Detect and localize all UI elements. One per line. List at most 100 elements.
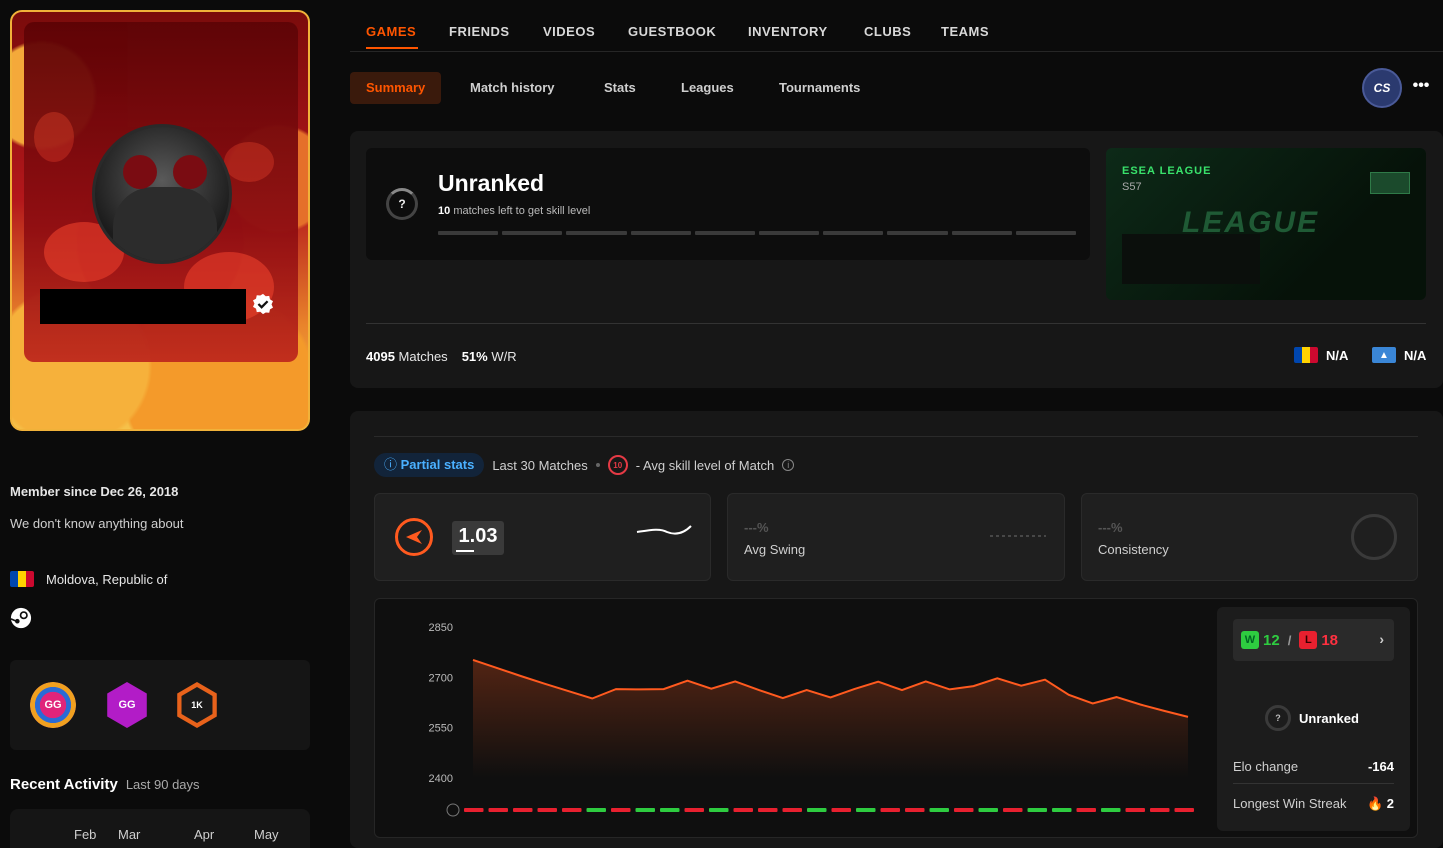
tab-clubs[interactable]: CLUBS xyxy=(864,24,911,39)
elo-point[interactable] xyxy=(801,684,813,696)
tab-teams[interactable]: TEAMS xyxy=(941,24,989,39)
info-icon[interactable] xyxy=(446,803,460,817)
elo-point[interactable] xyxy=(562,685,574,697)
match-result-loss[interactable] xyxy=(782,808,803,812)
elo-point[interactable] xyxy=(634,683,646,695)
match-result-win[interactable] xyxy=(635,808,656,812)
more-options-button[interactable]: ••• xyxy=(1406,76,1436,100)
elo-point[interactable] xyxy=(872,676,884,688)
match-result-loss[interactable] xyxy=(562,808,582,812)
esea-league-card[interactable]: LEAGUE ESEA LEAGUE S57 xyxy=(1106,148,1426,300)
dot-separator xyxy=(595,463,600,467)
match-result-win[interactable] xyxy=(978,808,999,812)
match-result-loss[interactable] xyxy=(831,808,852,812)
match-result-loss[interactable] xyxy=(513,808,533,812)
elo-point[interactable] xyxy=(610,683,622,695)
verified-icon xyxy=(253,293,273,315)
info-icon[interactable]: i xyxy=(782,459,795,471)
subtab-stats[interactable]: Stats xyxy=(588,72,652,104)
elo-point[interactable] xyxy=(491,662,503,674)
elo-point[interactable] xyxy=(1111,691,1123,703)
summary-stats: 4095 Matches 51% W/R xyxy=(366,349,517,364)
match-result-win[interactable] xyxy=(929,808,950,812)
match-result-loss[interactable] xyxy=(464,808,484,812)
elo-point[interactable] xyxy=(682,675,694,687)
gg25-badge-icon[interactable]: GG xyxy=(30,682,76,728)
elo-point[interactable] xyxy=(539,678,551,690)
tab-friends[interactable]: FRIENDS xyxy=(449,24,510,39)
partial-stats-pill[interactable]: ⓘ Partial stats xyxy=(374,453,485,477)
match-result-loss[interactable] xyxy=(488,808,509,812)
elo-point[interactable] xyxy=(968,680,980,692)
elo-point[interactable] xyxy=(825,691,837,703)
match-result-loss[interactable] xyxy=(1150,808,1170,812)
elo-point[interactable] xyxy=(920,675,932,687)
elo-side-panel: W 12 / L 18 › ? Unranked Elo change-164 xyxy=(1217,607,1410,831)
match-result-loss[interactable] xyxy=(1174,808,1195,812)
elo-point[interactable] xyxy=(848,683,860,695)
divider xyxy=(374,436,1418,437)
steam-icon[interactable] xyxy=(10,607,32,629)
elo-point[interactable] xyxy=(944,683,956,695)
elo-point[interactable] xyxy=(658,683,670,695)
match-result-loss[interactable] xyxy=(1003,808,1023,812)
elo-point[interactable] xyxy=(586,692,598,704)
elo-point[interactable] xyxy=(896,684,908,696)
avg-swing-value: ---% xyxy=(744,520,769,535)
match-result-loss[interactable] xyxy=(1125,808,1146,812)
match-result-loss[interactable] xyxy=(758,808,778,812)
elo-point[interactable] xyxy=(729,675,741,687)
y-tick-label: 2550 xyxy=(429,723,453,735)
elo-point[interactable] xyxy=(1158,705,1170,717)
win-loss-summary[interactable]: W 12 / L 18 › xyxy=(1233,619,1394,661)
avatar[interactable] xyxy=(92,124,232,264)
1k-badge-icon[interactable]: 1K xyxy=(177,682,217,728)
profile-sidebar: Member since Dec 26, 2018 We don't know … xyxy=(10,10,310,848)
match-result-win[interactable] xyxy=(807,808,827,812)
match-result-win[interactable] xyxy=(1052,808,1072,812)
subtab-tournaments[interactable]: Tournaments xyxy=(763,72,876,104)
match-result-win[interactable] xyxy=(856,808,876,812)
match-result-win[interactable] xyxy=(1101,808,1121,812)
matches-left: 10 matches left to get skill level xyxy=(438,205,591,217)
elo-point[interactable] xyxy=(1087,698,1099,710)
match-result-loss[interactable] xyxy=(905,808,925,812)
tab-guestbook[interactable]: GUESTBOOK xyxy=(628,24,716,39)
match-result-loss[interactable] xyxy=(733,808,754,812)
match-result-loss[interactable] xyxy=(1076,808,1097,812)
country-row: Moldova, Republic of xyxy=(10,571,310,587)
skill-progress-bar xyxy=(438,231,1077,235)
fire-icon: 🔥 xyxy=(1366,796,1384,811)
match-result-win[interactable] xyxy=(709,808,729,812)
elo-point[interactable] xyxy=(777,692,789,704)
elo-point[interactable] xyxy=(1039,674,1051,686)
tab-videos[interactable]: VIDEOS xyxy=(543,24,595,39)
esea-redacted xyxy=(1122,234,1260,284)
match-result-loss[interactable] xyxy=(537,808,558,812)
elo-point[interactable] xyxy=(705,683,717,695)
match-result-loss[interactable] xyxy=(611,808,631,812)
gg24-badge-icon[interactable]: GG xyxy=(107,682,147,728)
match-result-win[interactable] xyxy=(1027,808,1048,812)
elo-point[interactable] xyxy=(515,670,527,682)
match-result-loss[interactable] xyxy=(684,808,705,812)
avg-swing-label: Avg Swing xyxy=(744,542,806,557)
elo-point[interactable] xyxy=(1134,699,1146,711)
tab-games[interactable]: GAMES xyxy=(366,24,416,39)
match-result-win[interactable] xyxy=(586,808,607,812)
cs-game-icon[interactable]: CS xyxy=(1362,68,1402,108)
tab-inventory[interactable]: INVENTORY xyxy=(748,24,828,39)
elo-point[interactable] xyxy=(467,654,479,666)
match-result-loss[interactable] xyxy=(954,808,974,812)
subtab-summary[interactable]: Summary xyxy=(350,72,442,104)
subtab-leagues[interactable]: Leagues xyxy=(665,72,750,104)
elo-point[interactable] xyxy=(1182,711,1194,723)
elo-point[interactable] xyxy=(1063,689,1075,701)
elo-point[interactable] xyxy=(753,684,765,696)
y-tick-label: 2850 xyxy=(429,622,453,634)
elo-point[interactable] xyxy=(1015,680,1027,692)
subtab-match-history[interactable]: Match history xyxy=(454,72,571,104)
match-result-loss[interactable] xyxy=(880,808,901,812)
match-result-win[interactable] xyxy=(660,808,680,812)
elo-point[interactable] xyxy=(991,672,1003,684)
